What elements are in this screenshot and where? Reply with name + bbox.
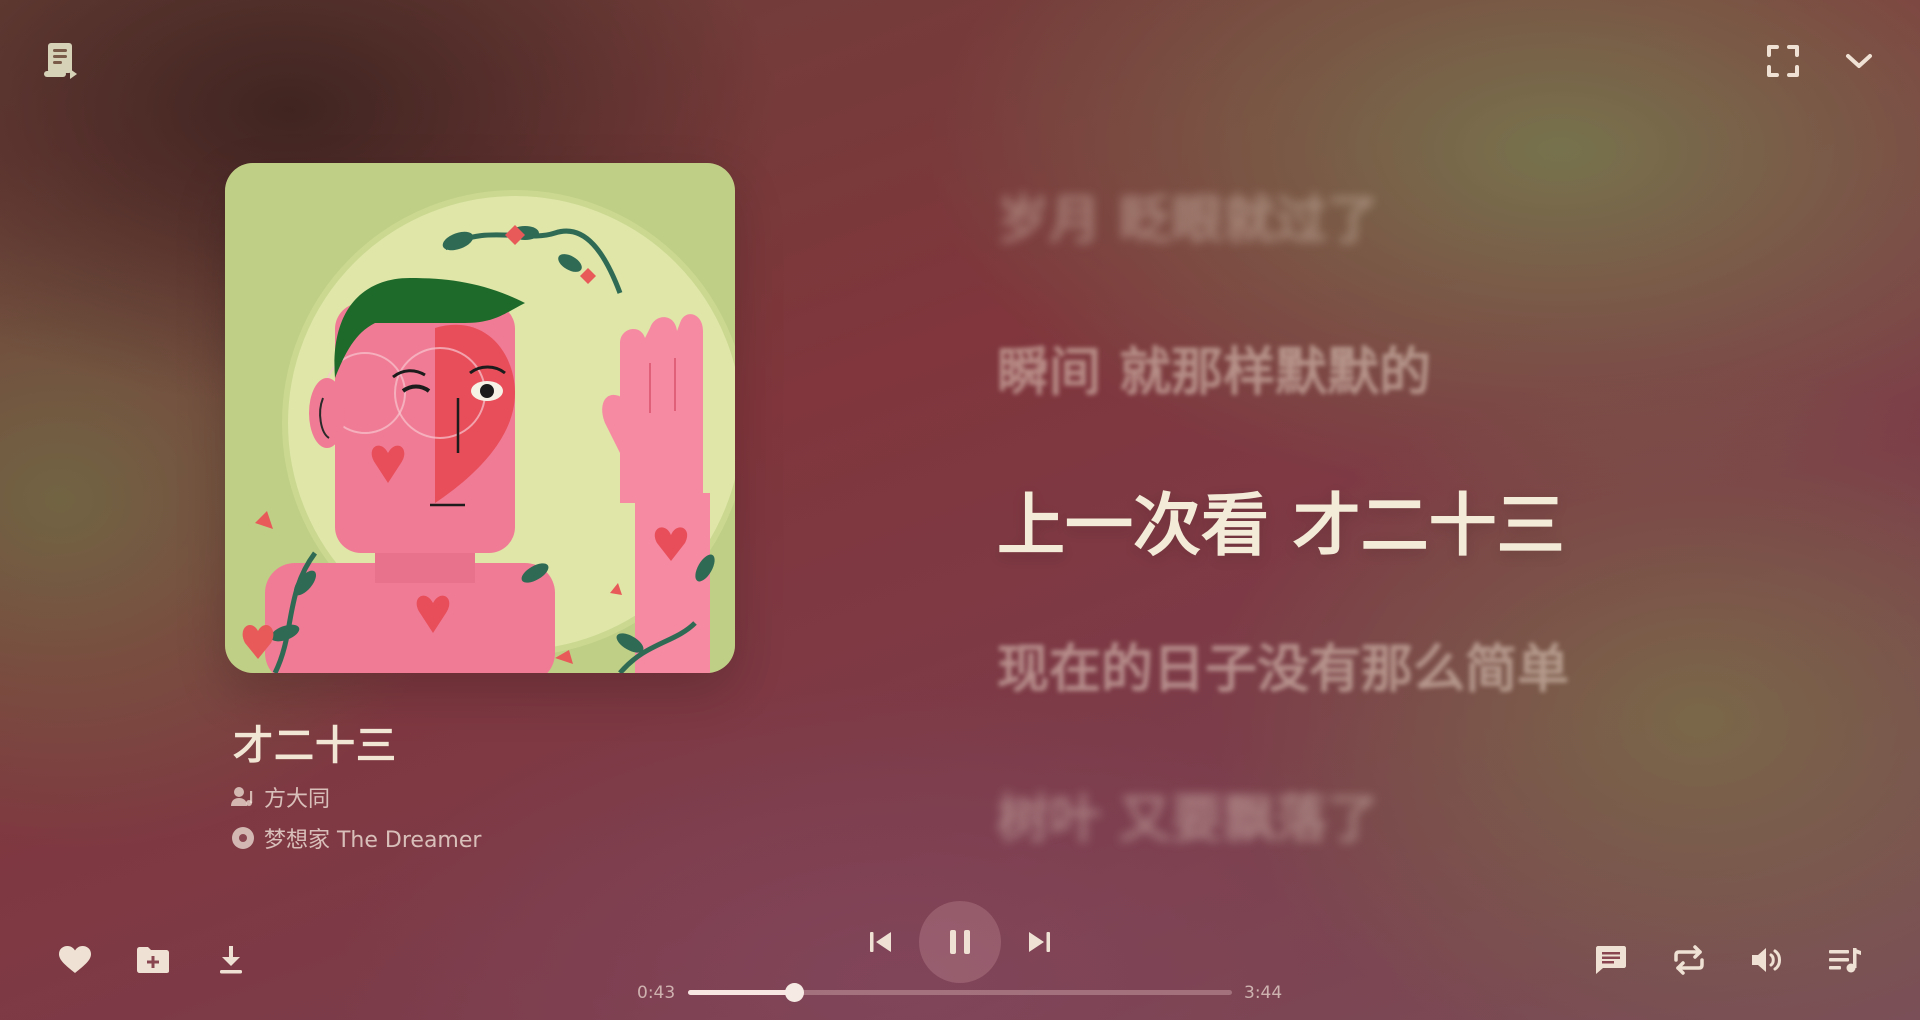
add-to-playlist-icon[interactable] [132,940,174,980]
album-link[interactable]: 梦想家 The Dreamer [230,822,481,854]
playlist-icon[interactable] [1824,940,1866,980]
repeat-icon[interactable] [1668,940,1710,980]
disc-icon [230,825,256,851]
play-pause-button[interactable] [919,901,1001,983]
previous-icon[interactable] [862,923,900,961]
artist-name: 方大同 [264,787,331,812]
heart-icon[interactable] [54,940,96,980]
progress-fill [688,990,795,995]
chevron-down-icon[interactable] [1840,42,1878,80]
lyric-line-active[interactable]: 上一次看 才二十三 [997,470,1565,569]
lyric-line[interactable]: 树叶 又要飘落了 [997,777,1379,852]
song-title: 才二十三 [233,723,397,769]
artist-link[interactable]: 方大同 [230,781,330,813]
lyric-file-icon[interactable] [40,40,82,82]
artist-icon [230,784,256,810]
volume-icon[interactable] [1746,940,1788,980]
current-time: 0:43 [637,983,676,1003]
album-name: 梦想家 The Dreamer [264,828,482,853]
album-cover[interactable] [225,163,735,673]
download-icon[interactable] [210,940,252,980]
fullscreen-icon[interactable] [1762,40,1804,82]
progress-bar[interactable] [688,983,1232,1002]
progress-thumb[interactable] [785,983,805,1002]
total-time: 3:44 [1244,983,1283,1003]
pause-icon [948,928,972,956]
now-playing-screen: 才二十三 方大同 梦想家 The Dreamer 岁月 眨眼就过了 瞬间 就那样… [0,0,1920,1020]
lyric-line[interactable]: 瞬间 就那样默默的 [997,330,1431,405]
lyric-line[interactable]: 现在的日子没有那么简单 [997,627,1569,702]
next-icon[interactable] [1020,923,1058,961]
lyric-line[interactable]: 岁月 眨眼就过了 [997,178,1379,253]
comment-icon[interactable] [1590,940,1632,980]
